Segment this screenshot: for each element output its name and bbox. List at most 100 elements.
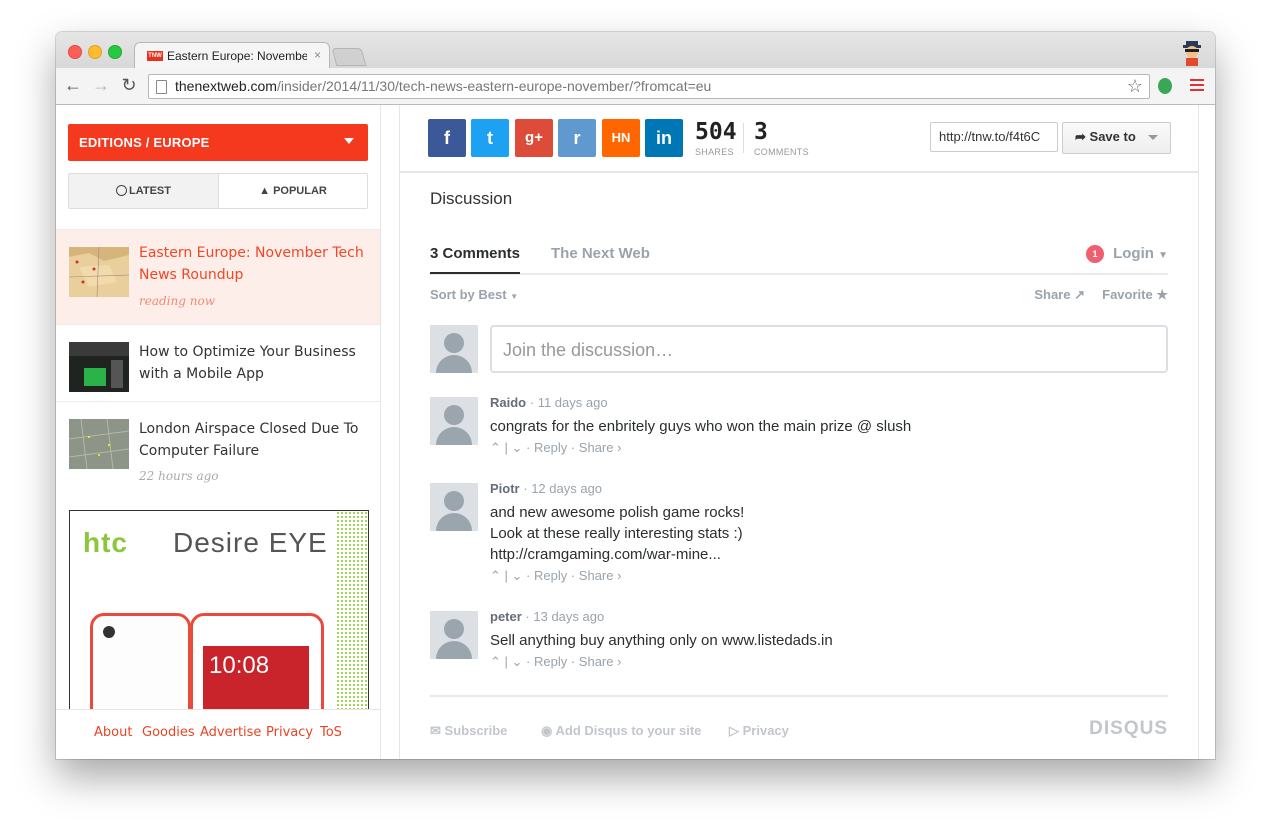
notification-badge[interactable]: 1 xyxy=(1086,245,1104,263)
share-thread-button[interactable]: Share ↗ xyxy=(1034,287,1085,303)
comment-author[interactable]: Raido xyxy=(490,395,526,410)
reddit-share-button[interactable]: r xyxy=(558,119,596,157)
chevron-down-icon: ▼ xyxy=(510,292,519,301)
comment-time[interactable]: 12 days ago xyxy=(531,481,602,496)
close-window-button[interactable] xyxy=(68,45,82,59)
tab-title: Eastern Europe: Novembe xyxy=(167,49,307,63)
comment-link[interactable]: http://cramgaming.com/war-mine... xyxy=(490,544,1168,565)
footer-link-goodies[interactable]: Goodies xyxy=(142,725,195,740)
login-dropdown[interactable]: Login ▼ xyxy=(1113,245,1168,262)
footer-link-tos[interactable]: ToS xyxy=(320,725,342,740)
sort-dropdown[interactable]: Sort by Best ▼ xyxy=(430,287,518,302)
facebook-share-button[interactable]: f xyxy=(428,119,466,157)
comment-text: and new awesome polish game rocks! Look … xyxy=(490,502,1168,565)
subscribe-link[interactable]: ✉ Subscribe xyxy=(430,723,507,739)
comment-author[interactable]: Piotr xyxy=(490,481,520,496)
article-item[interactable]: How to Optimize Your Business with a Mob… xyxy=(56,324,380,401)
article-thumbnail-airspace xyxy=(69,419,129,469)
comment-share-button[interactable]: Share › xyxy=(579,654,622,669)
tab-the-next-web[interactable]: The Next Web xyxy=(551,245,650,262)
tab-strip: TNW Eastern Europe: Novembe × xyxy=(56,32,1215,70)
htc-advertisement[interactable]: htc Desire EYE 10:08 xyxy=(69,510,369,712)
maximize-window-button[interactable] xyxy=(108,45,122,59)
latest-tab[interactable]: LATEST xyxy=(69,174,219,208)
star-icon: ★ xyxy=(1156,287,1168,302)
upvote-icon[interactable]: ⌃ xyxy=(490,568,501,583)
tab-close-icon[interactable]: × xyxy=(314,48,321,62)
browser-tab[interactable]: TNW Eastern Europe: Novembe × xyxy=(134,42,330,70)
disqus-logo[interactable]: DISQUS xyxy=(1089,718,1168,740)
share-label: Share xyxy=(1034,287,1071,302)
downvote-icon[interactable]: ⌄ xyxy=(512,440,523,455)
browser-window: TNW Eastern Europe: Novembe × ← → ↻ then… xyxy=(56,32,1215,759)
ad-dot-pattern xyxy=(336,511,368,711)
comment-line: Look at these really interesting stats :… xyxy=(490,525,743,542)
new-tab-button[interactable] xyxy=(331,48,367,66)
disqus-d-icon: ◉ xyxy=(541,723,553,738)
footer-link-privacy[interactable]: Privacy xyxy=(266,725,313,740)
sidebar-footer: About Goodies Advertise Privacy ToS xyxy=(56,709,380,759)
latest-popular-toggle: LATEST ▲ POPULAR xyxy=(68,173,368,209)
comment-time[interactable]: 13 days ago xyxy=(533,609,604,624)
article-item[interactable]: London Airspace Closed Due To Computer F… xyxy=(56,401,380,496)
comment-author[interactable]: peter xyxy=(490,609,522,624)
flame-icon: ▲ xyxy=(259,185,271,197)
current-user-avatar[interactable] xyxy=(430,325,478,373)
url-text[interactable]: thenextweb.com/insider/2014/11/30/tech-n… xyxy=(175,78,711,94)
avatar[interactable] xyxy=(430,483,478,531)
downvote-icon[interactable]: ⌄ xyxy=(512,568,523,583)
comment-actions: ⌃ | ⌄ · Reply · Share › xyxy=(490,440,622,455)
reply-button[interactable]: Reply xyxy=(534,654,567,669)
popular-tab[interactable]: ▲ POPULAR xyxy=(219,174,367,208)
comment-share-button[interactable]: Share › xyxy=(579,568,622,583)
editions-dropdown[interactable]: EDITIONS / EUROPE xyxy=(68,124,368,161)
reply-button[interactable]: Reply xyxy=(534,440,567,455)
reply-button[interactable]: Reply xyxy=(534,568,567,583)
minimize-window-button[interactable] xyxy=(88,45,102,59)
comment-share-button[interactable]: Share › xyxy=(579,440,622,455)
upvote-icon[interactable]: ⌃ xyxy=(490,440,501,455)
user-profile-avatar-icon[interactable] xyxy=(1177,38,1207,66)
short-url-field[interactable]: http://tnw.to/f4t6C xyxy=(930,122,1058,152)
comments-count: 3 xyxy=(754,119,768,145)
address-bar[interactable]: thenextweb.com/insider/2014/11/30/tech-n… xyxy=(148,74,1150,99)
article-title[interactable]: How to Optimize Your Business with a Mob… xyxy=(139,341,364,385)
add-disqus-link[interactable]: ◉ Add Disqus to your site xyxy=(541,723,701,739)
article-title[interactable]: London Airspace Closed Due To Computer F… xyxy=(139,418,364,462)
share-out-icon: ↗ xyxy=(1074,287,1085,302)
forward-icon[interactable]: → xyxy=(90,75,112,96)
phone-camera-icon xyxy=(103,626,115,638)
counter-divider xyxy=(743,123,744,153)
googleplus-share-button[interactable]: g+ xyxy=(515,119,553,157)
avatar[interactable] xyxy=(430,611,478,659)
article-thumbnail-map xyxy=(69,247,129,297)
twitter-share-button[interactable]: t xyxy=(471,119,509,157)
evernote-extension-icon[interactable] xyxy=(1158,78,1172,94)
footer-link-advertise[interactable]: Advertise xyxy=(200,725,261,740)
comment-text: congrats for the enbritely guys who won … xyxy=(490,418,912,435)
bookmark-star-icon[interactable]: ☆ xyxy=(1127,76,1143,97)
comment-time[interactable]: 11 days ago xyxy=(538,395,608,410)
article-item[interactable]: Eastern Europe: November Tech News Round… xyxy=(56,229,380,325)
save-to-button[interactable]: ➦ Save to xyxy=(1062,122,1171,154)
article-title[interactable]: Eastern Europe: November Tech News Round… xyxy=(139,242,364,286)
favorite-button[interactable]: Favorite ★ xyxy=(1102,287,1168,303)
back-icon[interactable]: ← xyxy=(62,75,84,96)
privacy-link[interactable]: ▷ Privacy xyxy=(729,723,789,739)
shares-counter: 504 SHARES xyxy=(695,119,737,157)
footer-link-about[interactable]: About xyxy=(94,725,132,740)
reload-icon[interactable]: ↻ xyxy=(118,75,140,96)
article-thumbnail-mobile xyxy=(69,342,129,392)
comment: Piotr · 12 days ago and new awesome poli… xyxy=(490,481,1168,584)
join-discussion-input[interactable]: Join the discussion… xyxy=(490,325,1168,373)
tab-comments[interactable]: 3 Comments xyxy=(430,245,521,274)
avatar[interactable] xyxy=(430,397,478,445)
browser-menu-icon[interactable] xyxy=(1190,79,1204,91)
tnw-favicon-icon: TNW xyxy=(147,51,163,61)
comments-counter: 3 COMMENTS xyxy=(754,119,809,157)
downvote-icon[interactable]: ⌄ xyxy=(512,654,523,669)
upvote-icon[interactable]: ⌃ xyxy=(490,654,501,669)
hackernews-share-button[interactable]: HN xyxy=(602,119,640,157)
linkedin-share-button[interactable]: in xyxy=(645,119,683,157)
article-meta: 22 hours ago xyxy=(139,469,219,483)
